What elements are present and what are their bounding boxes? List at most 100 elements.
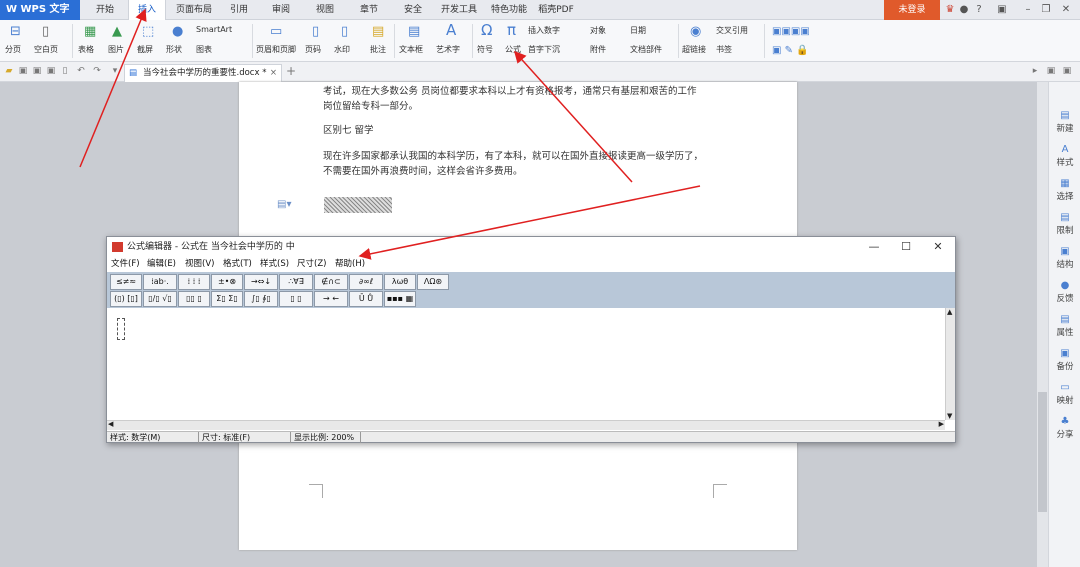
app-minimize-icon[interactable]: – [1022,4,1034,16]
page-number-icon[interactable]: ▯ [312,25,319,39]
chart-button[interactable]: 图表 [196,44,212,55]
sidebar-item-share[interactable]: ♣ 分享 [1049,416,1080,440]
bookmark-button[interactable]: 书签 [716,44,732,55]
embellishments-palette[interactable]: ⁞ ⁞ ⁞ [178,274,210,290]
fraction-radical-templates[interactable]: ▯/▯ √▯ [143,291,177,307]
screenshot-icon[interactable]: ⬚ [142,25,154,39]
sidebar-item-select[interactable]: ▦ 选择 [1049,178,1080,202]
menu-view[interactable]: 视图(V) [185,258,214,271]
formula-editor-titlebar[interactable]: 公式编辑器 - 公式在 当今社会中学历的 中 — ☐ ✕ [107,237,955,257]
watermark-button[interactable]: 水印 [334,44,350,55]
arrows-palette[interactable]: →⇔↓ [244,274,278,290]
new-tab-icon[interactable]: + [286,64,296,78]
formula-icon[interactable]: π [507,23,516,38]
doc-parts-button[interactable]: 文档部件 [630,44,662,55]
sidebar-item-structure[interactable]: ▣ 结构 [1049,246,1080,270]
header-footer-icon[interactable]: ▭ [270,25,282,39]
selected-equation-object[interactable] [324,197,392,213]
output-pdf-icon[interactable]: ▣ [32,66,42,76]
tab-security[interactable]: 安全 [396,0,430,20]
app-menu-button[interactable]: W WPS 文字 [0,0,80,20]
close-button[interactable]: ✕ [923,237,953,257]
sidebar-item-properties[interactable]: ▤ 属性 [1049,314,1080,338]
open-icon[interactable]: ▰ [4,66,14,76]
comment-button[interactable]: 批注 [370,44,386,55]
message-icon[interactable]: ● [958,4,970,16]
form-controls-icon[interactable]: ▣▣▣▣ [772,25,810,39]
scroll-right-icon[interactable]: ▶ [939,420,944,428]
products-templates[interactable]: Ū Ů [349,291,383,307]
picture-button[interactable]: 图片 [108,44,124,55]
login-button[interactable]: 未登录 [884,0,940,20]
sidebar-item-feedback[interactable]: ● 反馈 [1049,280,1080,304]
tab-list-icon[interactable]: ▣ [1046,66,1056,76]
fence-templates[interactable]: (▯) [▯] [110,291,142,307]
textbox-icon[interactable]: ▤ [408,25,420,39]
menu-file[interactable]: 文件(F) [111,258,140,271]
sidebar-item-restrict[interactable]: ▤ 限制 [1049,212,1080,236]
tab-menu-icon[interactable]: ▸ [1030,66,1040,76]
symbol-icon[interactable]: Ω [481,23,492,38]
scroll-up-icon[interactable]: ▲ [947,308,952,316]
table-button[interactable]: 表格 [78,44,94,55]
spaces-ellipses-palette[interactable]: ⁞ab·. [143,274,177,290]
formula-input-slot[interactable] [117,318,125,340]
redo-icon[interactable]: ↷ [92,66,102,76]
wordart-icon[interactable]: A [446,23,456,38]
tab-daoke-pdf[interactable]: 稻壳PDF [534,0,578,20]
document-vertical-scrollbar[interactable] [1037,82,1048,567]
hyperlink-button[interactable]: 超链接 [682,44,706,55]
sidebar-item-mapping[interactable]: ▭ 映射 [1049,382,1080,406]
page-break-button[interactable]: 分页 [5,44,21,55]
page-break-icon[interactable]: ⊟ [10,25,21,39]
print-icon[interactable]: ▣ [46,66,56,76]
underbar-overbar-templates[interactable]: ▯ ▯ [279,291,313,307]
menu-help[interactable]: 帮助(H) [335,258,365,271]
wordart-button[interactable]: 艺术字 [436,44,460,55]
menu-size[interactable]: 尺寸(Z) [297,258,326,271]
help-icon[interactable]: ? [973,4,985,16]
table-icon[interactable]: ▦ [84,25,96,39]
formula-vertical-scrollbar[interactable]: ▲ ▼ [945,308,955,420]
subscript-superscript-templates[interactable]: ▯▯ ▯ [178,291,210,307]
shape-button[interactable]: 形状 [166,44,182,55]
symbol-button[interactable]: 符号 [477,44,493,55]
misc-symbols-palette[interactable]: ∂∞ℓ [349,274,383,290]
smartart-button[interactable]: SmartArt [196,25,232,34]
header-footer-button[interactable]: 页眉和页脚 [256,44,296,55]
tab-review[interactable]: 审阅 [264,0,298,20]
hyperlink-icon[interactable]: ◉ [690,25,701,39]
cross-reference-button[interactable]: 交叉引用 [716,25,748,36]
scroll-down-icon[interactable]: ▼ [947,412,952,420]
menu-format[interactable]: 格式(T) [223,258,252,271]
maximize-button[interactable]: ☐ [891,237,921,257]
save-icon[interactable]: ▣ [18,66,28,76]
tab-insert[interactable]: 插入 [128,0,166,20]
tab-features[interactable]: 特色功能 [486,0,532,20]
blank-page-button[interactable]: 空白页 [34,44,58,55]
integral-templates[interactable]: ∫▯ ∮▯ [244,291,278,307]
blank-page-icon[interactable]: ▯ [42,25,49,39]
formula-button[interactable]: 公式 [505,44,521,55]
tab-options-icon[interactable]: ▣ [1062,66,1072,76]
window-layout-icon[interactable]: ▣ [996,4,1008,16]
tab-page-layout[interactable]: 页面布局 [170,0,218,20]
logic-palette[interactable]: ∴∀∃ [279,274,313,290]
shape-icon[interactable]: ● [172,25,183,39]
document-tab[interactable]: ▤ 当今社会中学历的重要性.docx * × [124,64,282,82]
formula-horizontal-scrollbar[interactable]: ◀ ▶ [107,420,945,430]
textbox-button[interactable]: 文本框 [399,44,423,55]
page-number-button[interactable]: 页码 [305,44,321,55]
tab-references[interactable]: 引用 [222,0,256,20]
scroll-thumb[interactable] [1038,392,1047,512]
greek-upper-palette[interactable]: ΛΩ⊛ [417,274,449,290]
picture-icon[interactable]: ▲ [112,25,122,39]
quick-access-dropdown-icon[interactable]: ▾ [110,66,120,76]
sidebar-item-style[interactable]: A 样式 [1049,144,1080,168]
formula-edit-area[interactable] [107,308,945,420]
date-button[interactable]: 日期 [630,25,646,36]
app-close-icon[interactable]: ✕ [1060,4,1072,16]
dropcap-button[interactable]: 首字下沉 [528,44,560,55]
screenshot-button[interactable]: 截屏 [137,44,153,55]
close-tab-icon[interactable]: × [270,65,277,82]
